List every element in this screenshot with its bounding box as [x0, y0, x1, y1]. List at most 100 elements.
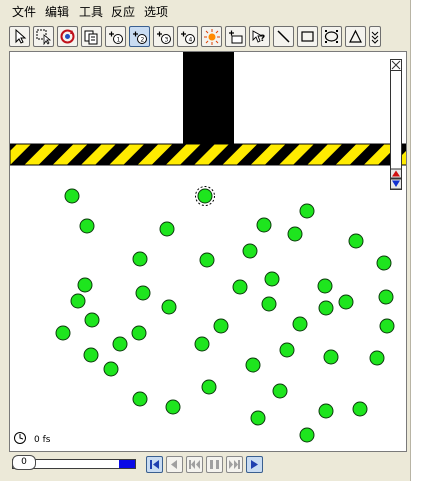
atom[interactable]: [352, 401, 368, 417]
step-back-button[interactable]: [166, 456, 183, 473]
molecular-scene: [10, 52, 407, 443]
svg-text:1: 1: [117, 37, 121, 44]
atom[interactable]: [165, 399, 181, 415]
playback-bar: 0: [9, 452, 407, 477]
play-button[interactable]: [246, 456, 263, 473]
arrow-select-icon: [15, 28, 27, 44]
atom[interactable]: [379, 318, 395, 334]
atom[interactable]: [64, 188, 80, 204]
duplicate-icon: [84, 30, 98, 45]
atom[interactable]: [264, 271, 280, 287]
atom[interactable]: [318, 403, 334, 419]
atom[interactable]: [250, 410, 266, 426]
atom[interactable]: [245, 357, 261, 373]
fast-forward-button[interactable]: [226, 456, 243, 473]
tool-draw-line[interactable]: [273, 26, 294, 47]
atom[interactable]: [70, 293, 86, 309]
tool-lasso[interactable]: [33, 26, 54, 47]
add-atom-3-icon: 3: [157, 31, 171, 44]
atom[interactable]: [132, 391, 148, 407]
piston-plate[interactable]: [10, 143, 407, 166]
atom[interactable]: [194, 336, 210, 352]
menu-options[interactable]: 选项: [143, 3, 169, 22]
atom[interactable]: [199, 252, 215, 268]
rewind-button[interactable]: [186, 456, 203, 473]
atom[interactable]: [232, 279, 248, 295]
simulation-canvas[interactable]: 0 fs: [9, 51, 407, 452]
lasso-select-icon: [36, 29, 52, 45]
atom[interactable]: [292, 316, 308, 332]
atom[interactable]: [103, 361, 119, 377]
selected-atom[interactable]: [197, 188, 213, 204]
atom[interactable]: [323, 349, 339, 365]
atom[interactable]: [299, 203, 315, 219]
arrow-down-icon[interactable]: [390, 178, 402, 190]
tool-draw-ellipse[interactable]: [321, 26, 342, 47]
atom[interactable]: [287, 226, 303, 242]
tool-rotate[interactable]: [57, 26, 78, 47]
rotate-icon: [60, 29, 75, 44]
tool-draw-triangle[interactable]: [345, 26, 366, 47]
menu-tools[interactable]: 工具: [78, 3, 104, 22]
reset-button[interactable]: [146, 456, 163, 473]
tool-more[interactable]: [369, 26, 381, 47]
svg-text:?: ?: [260, 34, 265, 44]
toolbar: 1 2 3 4 ?: [9, 26, 409, 48]
pause-button[interactable]: [206, 456, 223, 473]
atom[interactable]: [369, 350, 385, 366]
atom[interactable]: [242, 243, 258, 259]
slider-thumb[interactable]: 0: [12, 455, 36, 470]
tool-add-atom-3[interactable]: 3: [153, 26, 174, 47]
atom[interactable]: [131, 325, 147, 341]
step-back-icon: [171, 460, 177, 469]
atom[interactable]: [132, 251, 148, 267]
piston-scrollbar[interactable]: [390, 59, 402, 190]
time-readout: 0 fs: [34, 435, 51, 445]
tool-select[interactable]: [9, 26, 30, 47]
atom[interactable]: [83, 347, 99, 363]
tool-marker[interactable]: ?: [249, 26, 270, 47]
atom[interactable]: [378, 289, 394, 305]
clock-icon: [14, 432, 26, 444]
close-icon[interactable]: [390, 59, 402, 71]
reset-icon: [150, 460, 159, 469]
atom[interactable]: [318, 300, 334, 316]
tool-duplicate[interactable]: [81, 26, 102, 47]
tool-heat[interactable]: [201, 26, 222, 47]
atom[interactable]: [256, 217, 272, 233]
play-icon: [251, 460, 258, 469]
tool-add-atom-4[interactable]: 4: [177, 26, 198, 47]
atom[interactable]: [77, 277, 93, 293]
atom[interactable]: [376, 255, 392, 271]
tool-draw-rectangle[interactable]: [297, 26, 318, 47]
atom[interactable]: [201, 379, 217, 395]
fast-forward-icon: [229, 460, 240, 469]
tool-add-atom-1[interactable]: 1: [105, 26, 126, 47]
atom[interactable]: [261, 296, 277, 312]
menu-edit[interactable]: 编辑: [44, 3, 70, 22]
draw-ellipse-icon: [324, 30, 339, 43]
menu-bar: 文件 编辑 工具 反应 选项: [0, 3, 411, 22]
menu-file[interactable]: 文件: [11, 3, 37, 22]
atom[interactable]: [213, 318, 229, 334]
tool-add-atom-2[interactable]: 2: [129, 26, 150, 47]
atom[interactable]: [159, 221, 175, 237]
tool-add-obstacle[interactable]: [225, 26, 246, 47]
atom[interactable]: [135, 285, 151, 301]
atom[interactable]: [279, 342, 295, 358]
add-atom-1-icon: 1: [109, 31, 123, 44]
atom[interactable]: [317, 278, 333, 294]
atom[interactable]: [338, 294, 354, 310]
atom[interactable]: [55, 325, 71, 341]
arrow-up-icon[interactable]: [390, 168, 402, 179]
atom[interactable]: [272, 383, 288, 399]
atom[interactable]: [161, 299, 177, 315]
atom[interactable]: [84, 312, 100, 328]
menu-reaction[interactable]: 反应: [110, 3, 136, 22]
draw-triangle-icon: [349, 29, 362, 43]
atom[interactable]: [348, 233, 364, 249]
atom[interactable]: [112, 336, 128, 352]
atom[interactable]: [299, 427, 315, 443]
svg-text:3: 3: [165, 37, 169, 44]
atom[interactable]: [79, 218, 95, 234]
